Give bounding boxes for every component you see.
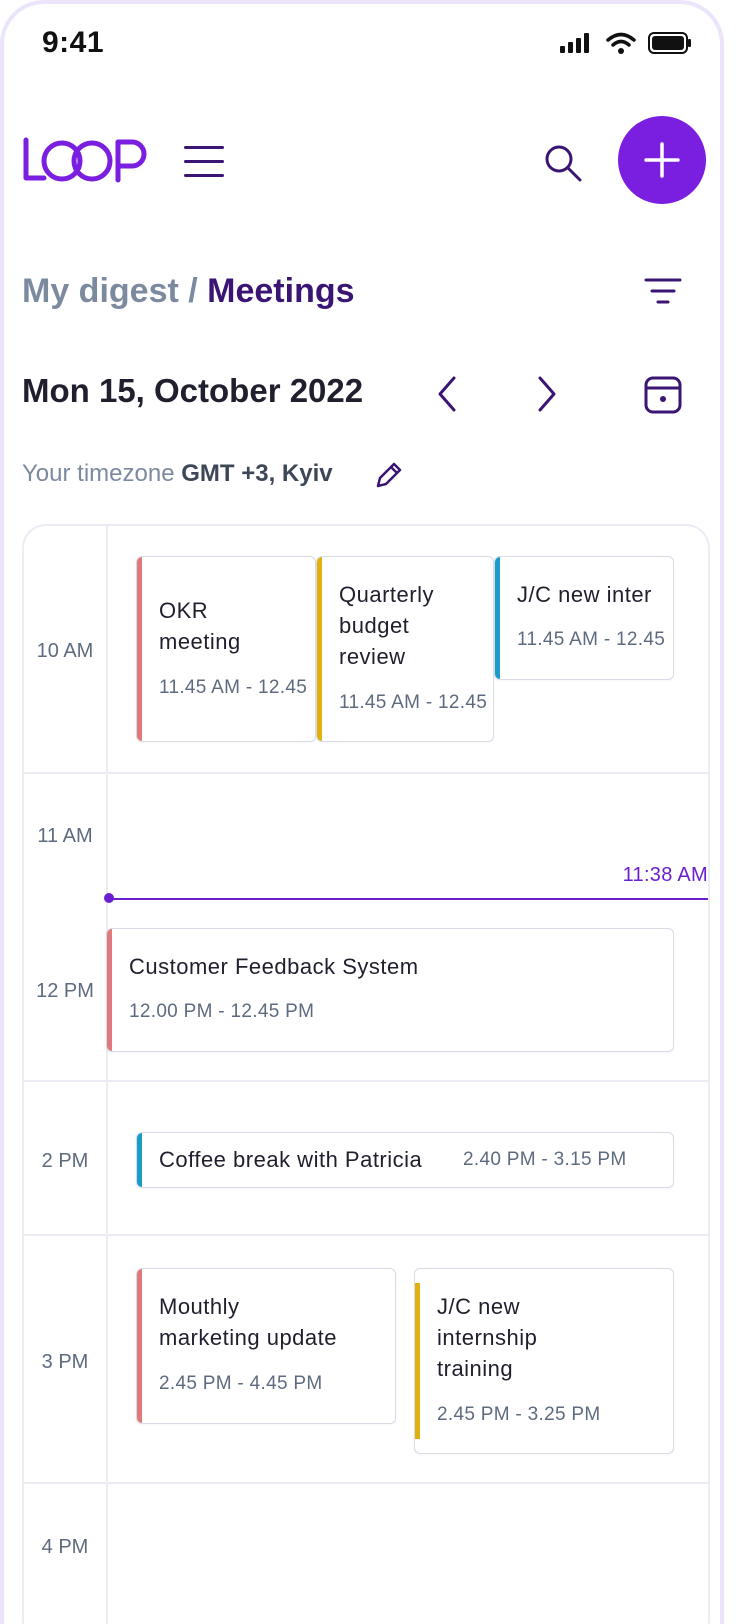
current-time-line bbox=[108, 898, 708, 900]
current-time-label: 11:38 AM bbox=[622, 864, 708, 886]
event-card[interactable]: J/C new internship training 2.45 PM - 3.… bbox=[414, 1268, 674, 1454]
menu-icon bbox=[184, 146, 224, 149]
event-time: 11.45 AM - 12.45 bbox=[517, 629, 666, 650]
time-column-divider bbox=[106, 526, 108, 1624]
previous-day-button[interactable] bbox=[428, 372, 468, 416]
event-color-bar bbox=[415, 1283, 420, 1439]
event-card[interactable]: Customer Feedback System 12.00 PM - 12.4… bbox=[106, 928, 674, 1052]
phone-frame: 9:41 My digest / Meetings Mon 15, Octobe… bbox=[0, 0, 724, 1624]
event-time: 2.45 PM - 3.25 PM bbox=[437, 1404, 601, 1425]
event-color-bar bbox=[107, 929, 112, 1051]
next-day-button[interactable] bbox=[526, 372, 566, 416]
event-card[interactable]: OKR meeting 11.45 AM - 12.45 bbox=[136, 556, 316, 742]
signal-icon bbox=[560, 33, 589, 53]
filter-icon bbox=[644, 278, 682, 304]
hour-label: 3 PM bbox=[41, 1351, 89, 1373]
chevron-left-icon bbox=[438, 376, 456, 412]
battery-icon bbox=[648, 32, 691, 54]
breadcrumb-separator: / bbox=[178, 272, 208, 310]
current-time-dot bbox=[104, 893, 114, 903]
event-color-bar bbox=[495, 557, 500, 679]
calendar-button[interactable] bbox=[640, 372, 686, 418]
page-title: Meetings bbox=[207, 272, 355, 310]
add-button[interactable] bbox=[618, 116, 706, 204]
hour-label: 4 PM bbox=[41, 1536, 89, 1558]
menu-button[interactable] bbox=[184, 144, 226, 180]
hour-label: 11 AM bbox=[37, 825, 93, 847]
event-color-bar bbox=[317, 557, 322, 741]
event-color-bar bbox=[137, 1269, 142, 1423]
hour-label: 10 AM bbox=[36, 640, 94, 662]
event-color-bar bbox=[137, 1133, 142, 1187]
event-title: OKR meeting bbox=[159, 598, 241, 654]
breadcrumb: My digest / Meetings bbox=[22, 272, 355, 311]
event-time: 2.40 PM - 3.15 PM bbox=[463, 1149, 627, 1170]
event-color-bar bbox=[137, 557, 142, 741]
event-title: Quarterly budget review bbox=[339, 582, 434, 669]
search-button[interactable] bbox=[540, 140, 586, 186]
status-icons bbox=[560, 32, 692, 54]
event-card[interactable]: Mouthly marketing update 2.45 PM - 4.45 … bbox=[136, 1268, 396, 1424]
day-calendar: 10 AM 11 AM 12 PM 2 PM 3 PM 4 PM 11:38 A… bbox=[22, 524, 710, 1624]
hour-divider bbox=[24, 1234, 708, 1236]
edit-timezone-button[interactable] bbox=[372, 458, 406, 492]
plus-icon bbox=[644, 142, 680, 178]
event-title: J/C new internship training bbox=[437, 1294, 538, 1381]
loop-logo[interactable] bbox=[22, 136, 152, 191]
event-card[interactable]: Quarterly budget review 11.45 AM - 12.45 bbox=[316, 556, 494, 742]
event-title: Mouthly marketing update bbox=[159, 1294, 337, 1350]
event-card[interactable]: J/C new inter 11.45 AM - 12.45 bbox=[494, 556, 674, 680]
hour-label: 2 PM bbox=[41, 1150, 89, 1172]
search-icon bbox=[545, 145, 582, 182]
event-time: 11.45 AM - 12.45 bbox=[159, 677, 308, 698]
hour-divider bbox=[24, 772, 708, 774]
hour-divider bbox=[24, 1482, 708, 1484]
filter-button[interactable] bbox=[640, 272, 686, 312]
timezone-value: GMT +3, Kyiv bbox=[181, 460, 333, 487]
breadcrumb-parent[interactable]: My digest bbox=[22, 272, 179, 310]
pencil-icon bbox=[376, 462, 402, 488]
event-time: 2.45 PM - 4.45 PM bbox=[159, 1373, 323, 1394]
event-title: Customer Feedback System bbox=[129, 954, 419, 979]
event-title: J/C new inter bbox=[517, 582, 652, 607]
wifi-icon bbox=[606, 32, 636, 54]
event-time: 11.45 AM - 12.45 bbox=[339, 692, 488, 713]
event-time: 12.00 PM - 12.45 PM bbox=[129, 1001, 315, 1022]
event-card[interactable]: Coffee break with Patricia 2.40 PM - 3.1… bbox=[136, 1132, 674, 1188]
status-time: 9:41 bbox=[42, 26, 105, 59]
timezone-label: Your timezone bbox=[22, 460, 182, 487]
hour-label: 12 PM bbox=[36, 980, 94, 1002]
current-date: Mon 15, October 2022 bbox=[22, 372, 364, 409]
chevron-right-icon bbox=[538, 376, 556, 412]
timezone-info: Your timezone GMT +3, Kyiv bbox=[22, 460, 333, 488]
hour-divider bbox=[24, 1080, 708, 1082]
calendar-icon bbox=[644, 376, 682, 414]
